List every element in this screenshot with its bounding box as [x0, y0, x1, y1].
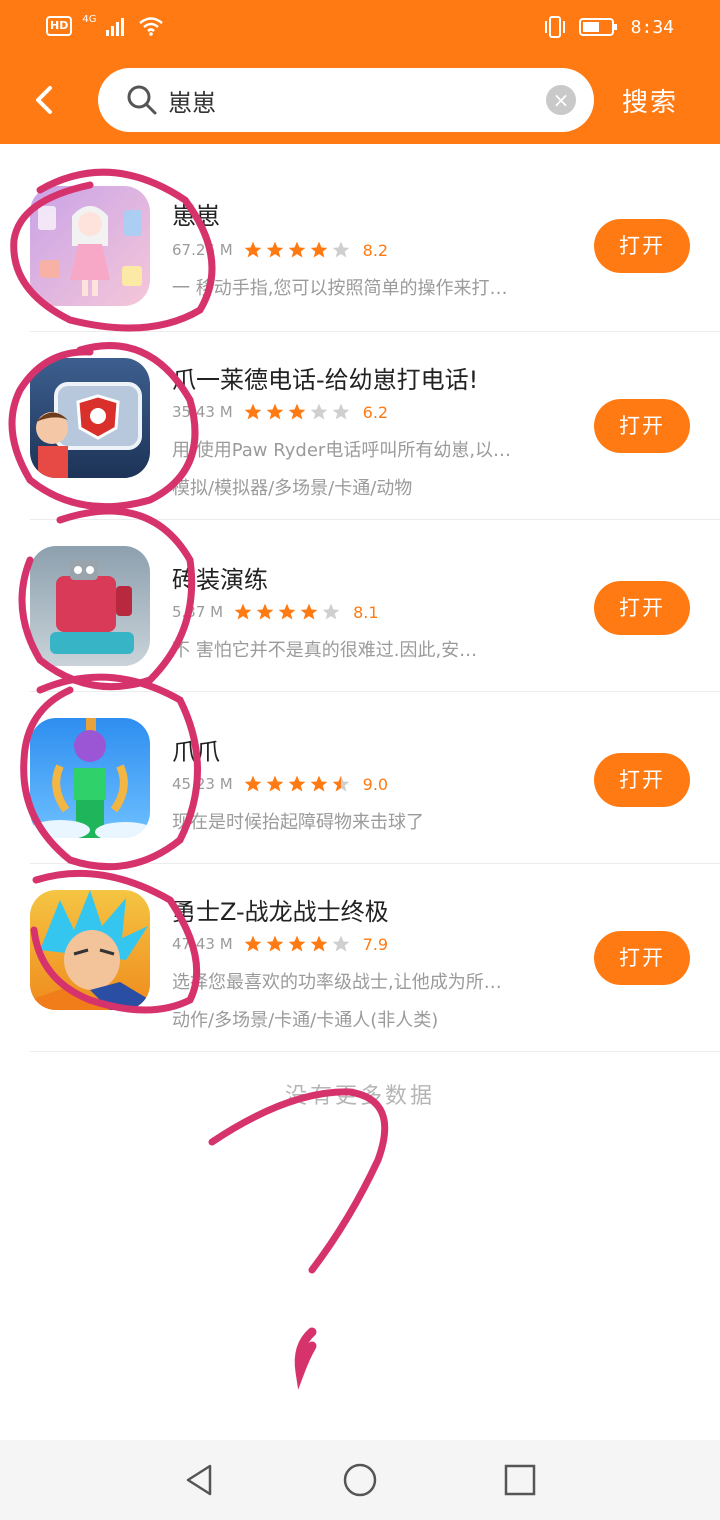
star-rating [243, 774, 351, 794]
app-name[interactable]: 爪爪 [172, 732, 220, 767]
star-half-icon [332, 775, 349, 792]
star-filled-icon [300, 603, 318, 620]
signal-icon [106, 18, 125, 36]
rating-score: 8.1 [353, 602, 379, 622]
nav-recents-icon[interactable] [500, 1460, 540, 1500]
header: HD 4G 8:34 崽崽 × 搜索 [0, 0, 720, 144]
app-meta: 5.37 M 8.1 [172, 602, 379, 622]
star-filled-icon [310, 775, 327, 792]
hd-badge: HD [46, 16, 73, 36]
app-meta: 67.26 M 8.2 [172, 240, 388, 260]
app-icon-warrior[interactable] [30, 890, 150, 1010]
wifi-icon [139, 17, 164, 36]
app-description: 选择您最喜欢的功率级战士,让他成为所… [172, 972, 502, 993]
star-filled-icon [288, 775, 305, 792]
app-name[interactable]: 砖装演练 [172, 560, 268, 595]
rating-score: 6.2 [362, 402, 389, 422]
star-empty-icon [310, 403, 327, 420]
rating-score: 7.9 [362, 934, 389, 954]
annotation-question-dot [294, 1327, 317, 1390]
star-empty-icon [322, 603, 340, 620]
star-rating [243, 240, 351, 260]
back-arrow-icon[interactable] [26, 80, 66, 120]
star-filled-icon [266, 935, 283, 952]
app-description: 不 害怕它并不是真的很难过.因此,安… [172, 640, 478, 661]
app-icon-brick[interactable] [30, 546, 150, 666]
open-button[interactable]: 打开 [594, 931, 690, 985]
open-button[interactable]: 打开 [594, 399, 690, 453]
rating-score: 9.0 [362, 774, 389, 794]
star-filled-icon [266, 775, 283, 792]
app-icon-paw-phone[interactable] [30, 358, 150, 478]
open-button[interactable]: 打开 [594, 581, 690, 635]
app-description: 现在是时候抬起障碍物来击球了 [172, 812, 424, 833]
star-filled-icon [310, 935, 327, 952]
list-item[interactable]: 勇士Z-战龙战士终极 47.43 M 7.9 选择您最喜欢的功率级战士,让他成为… [30, 864, 720, 1052]
star-filled-icon [310, 241, 327, 258]
star-filled-icon [266, 241, 283, 258]
search-button[interactable]: 搜索 [622, 82, 678, 119]
search-input[interactable] [168, 80, 528, 120]
list-item[interactable]: 崽崽 67.26 M 8.2 一 移动手指,您可以按照简单的操作来打… 打开 [30, 144, 720, 332]
app-name[interactable]: 崽崽 [172, 196, 220, 231]
app-description: 一 移动手指,您可以按照简单的操作来打… [172, 278, 508, 299]
open-button[interactable]: 打开 [594, 219, 690, 273]
app-meta: 35.43 M 6.2 [172, 402, 388, 422]
app-name[interactable]: 爪一莱德电话-给幼崽打电话! [172, 360, 478, 395]
nav-home-icon[interactable] [340, 1460, 380, 1500]
star-filled-icon [288, 241, 305, 258]
list-item[interactable]: 爪爪 45.23 M 9.0 现在是时候抬起障碍物来击球了 打开 [30, 692, 720, 864]
star-filled-icon [244, 935, 261, 952]
star-filled-icon [288, 403, 305, 420]
star-filled-icon [244, 241, 261, 258]
star-filled-icon [256, 603, 274, 620]
network-type: 4G [82, 14, 97, 25]
battery-icon [578, 18, 617, 36]
star-rating [243, 402, 351, 422]
star-empty-icon [332, 403, 349, 420]
open-button[interactable]: 打开 [594, 753, 690, 807]
app-size: 45.23 M [172, 775, 233, 793]
app-meta: 45.23 M 9.0 [172, 774, 388, 794]
app-tags: 动作/多场景/卡通/卡通人(非人类) [172, 1010, 439, 1031]
clock: 8:34 [630, 16, 674, 38]
search-icon [127, 85, 157, 115]
vibrate-icon [544, 16, 565, 38]
status-bar: HD 4G 8:34 [0, 0, 720, 56]
star-filled-icon [288, 935, 305, 952]
list-item[interactable]: 砖装演练 5.37 M 8.1 不 害怕它并不是真的很难过.因此,安… 打开 [30, 520, 720, 692]
app-icon-dressup[interactable] [30, 186, 150, 306]
clear-icon[interactable]: × [546, 85, 576, 115]
system-nav-bar [0, 1440, 720, 1520]
star-filled-icon [244, 403, 261, 420]
star-empty-icon [332, 935, 349, 952]
app-name[interactable]: 勇士Z-战龙战士终极 [172, 892, 389, 927]
app-tags: 模拟/模拟器/多场景/卡通/动物 [172, 478, 413, 499]
app-description: 用 使用Paw Ryder电话呼叫所有幼崽,以… [172, 440, 512, 461]
star-empty-icon [332, 241, 349, 258]
star-filled-icon [244, 775, 261, 792]
list-item[interactable]: 爪一莱德电话-给幼崽打电话! 35.43 M 6.2 用 使用Paw Ryder… [30, 332, 720, 520]
search-bar[interactable]: × [98, 68, 594, 132]
nav-back-icon[interactable] [180, 1460, 220, 1500]
star-filled-icon [234, 603, 252, 620]
star-rating [233, 602, 341, 622]
app-meta: 47.43 M 7.9 [172, 934, 388, 954]
annotation-question-mark [208, 1088, 389, 1274]
app-icon-claw[interactable] [30, 718, 150, 838]
app-size: 67.26 M [172, 241, 233, 259]
no-more-data-label: 没有更多数据 [284, 1084, 435, 1109]
app-size: 47.43 M [172, 935, 233, 953]
star-filled-icon [266, 403, 283, 420]
app-size: 35.43 M [172, 403, 233, 421]
star-rating [243, 934, 351, 954]
star-filled-icon [278, 603, 296, 620]
app-size: 5.37 M [172, 603, 224, 621]
rating-score: 8.2 [362, 240, 389, 260]
